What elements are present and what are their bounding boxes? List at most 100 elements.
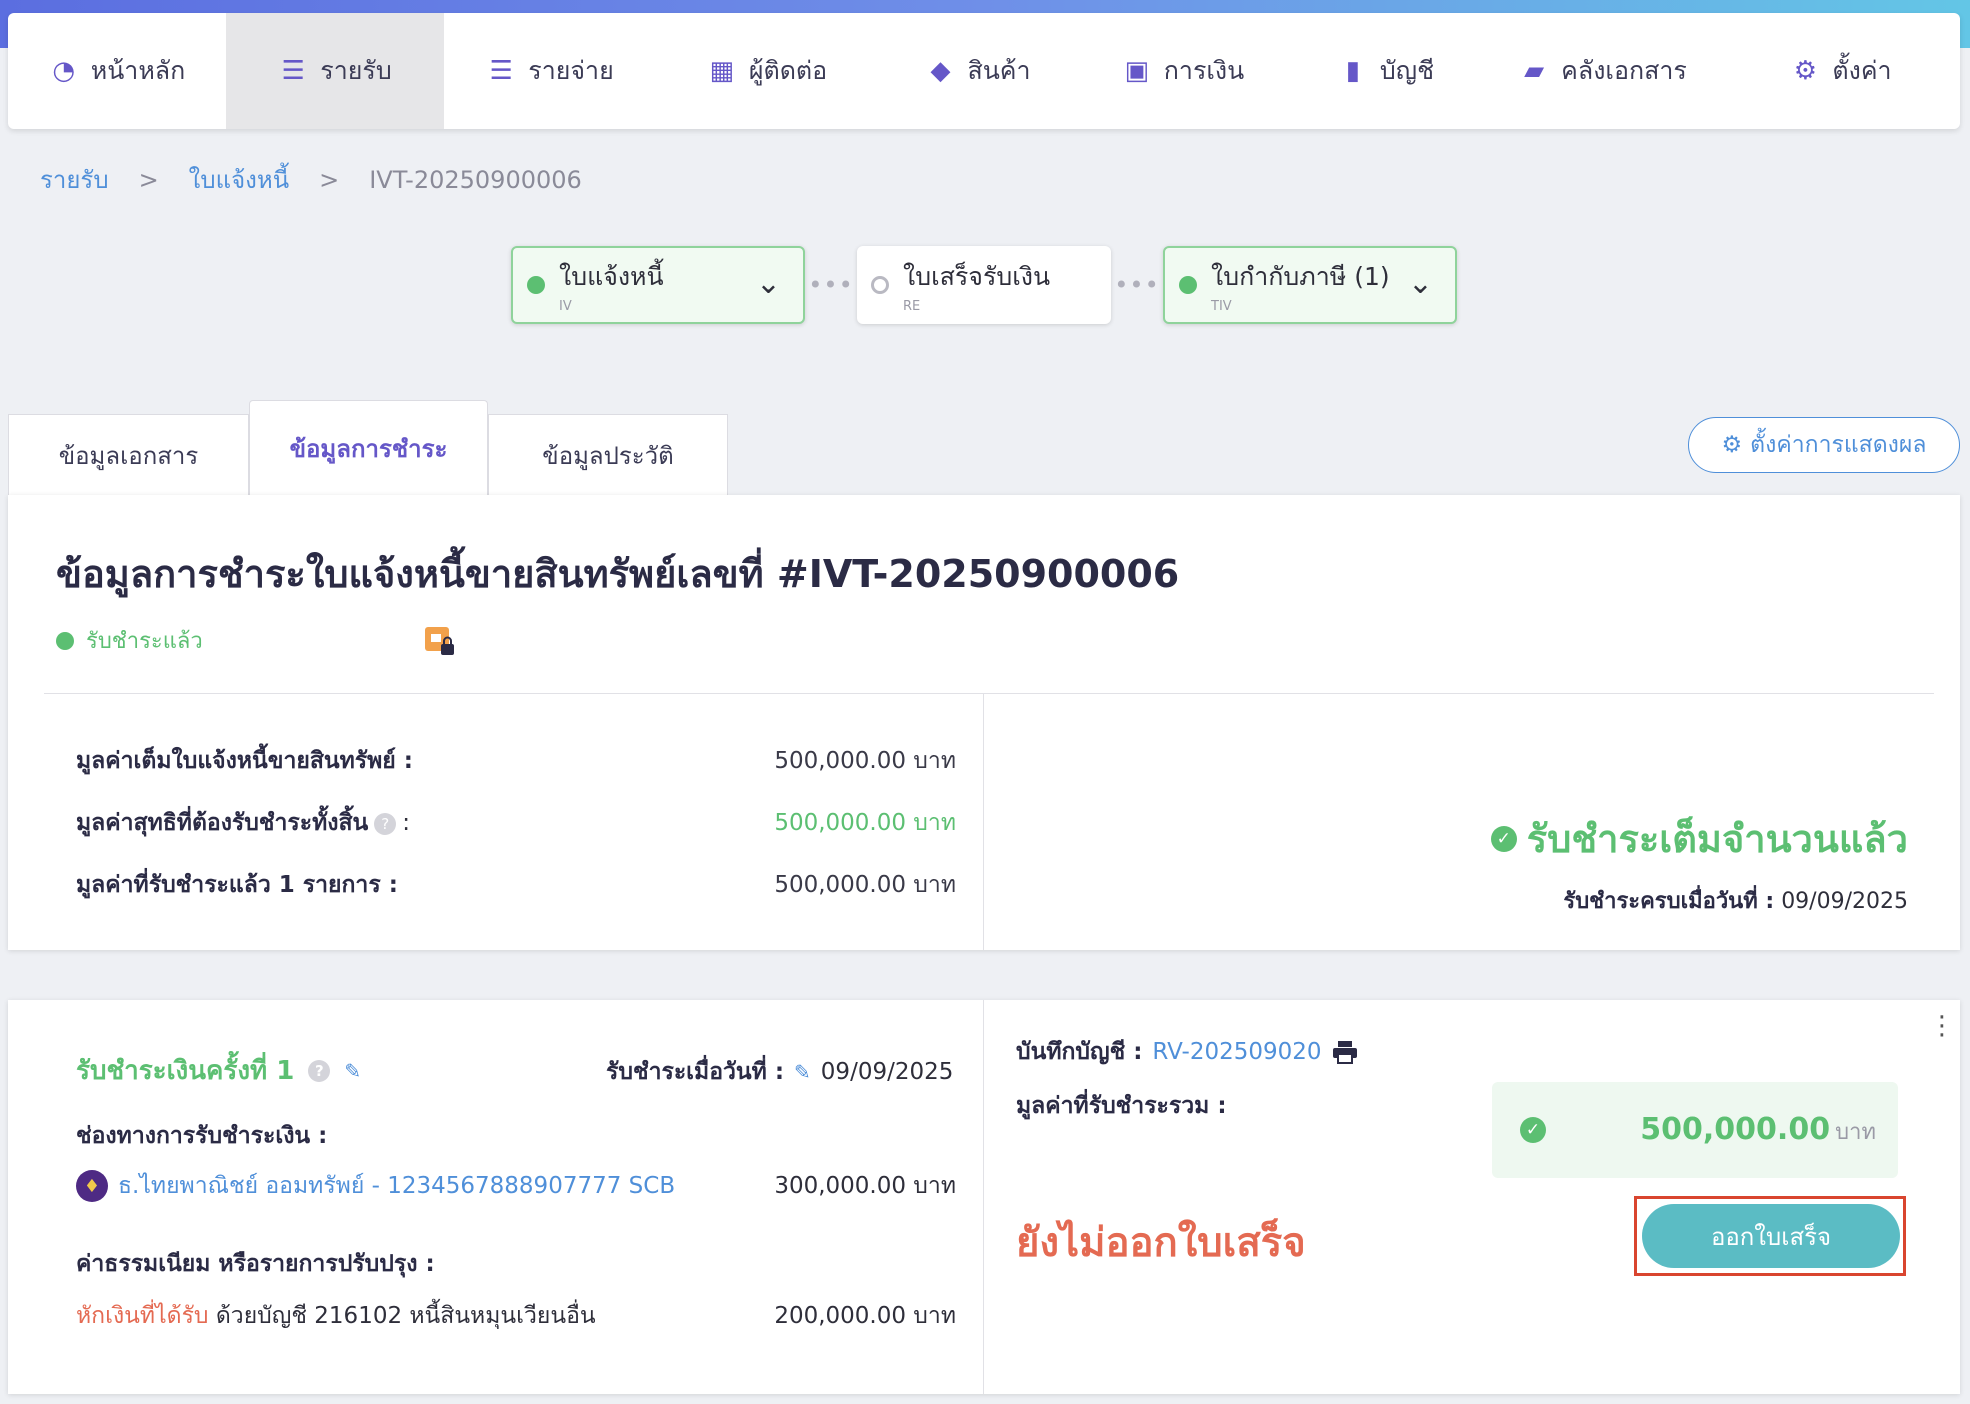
payment-title-text: รับชำระเงินครั้งที่ 1 — [76, 1056, 295, 1086]
step-title: ใบเสร็จรับเงิน — [903, 261, 1051, 291]
row-label: มูลค่าเต็มใบแจ้งหนี้ขายสินทรัพย์ : — [76, 748, 413, 774]
step-title: ใบแจ้งหนี้ — [559, 261, 664, 291]
flow-step-tax-invoice[interactable]: ใบกำกับภาษี (1) TIV ⌄ — [1163, 246, 1457, 324]
print-icon[interactable] — [1332, 1040, 1358, 1064]
total-label: มูลค่าที่รับชำระรวม : — [1016, 1093, 1227, 1119]
divider — [44, 693, 1934, 694]
breadcrumb-separator: > — [138, 165, 159, 194]
payment-record-card: · · · รับชำระเงินครั้งที่ 1 ? ✎ รับชำระเมื… — [8, 1000, 1960, 1394]
row-value: 500,000.00 บาท — [774, 872, 956, 898]
account-record-label: บันทึกบัญชี : — [1016, 1039, 1143, 1065]
chevron-down-icon[interactable]: ⌄ — [1408, 266, 1433, 301]
gear-icon: ⚙ — [1721, 432, 1743, 458]
scb-bank-logo-icon: ♦ — [76, 1170, 108, 1202]
deduct-amount: 200,000.00 บาท — [774, 1303, 956, 1329]
deduct-text: ด้วยบัญชี 216102 หนี้สินหมุนเวียนอื่น — [215, 1303, 596, 1329]
page-title: ข้อมูลการชำระใบแจ้งหนี้ขายสินทรัพย์เลขที… — [56, 552, 1180, 596]
deduct-label: หักเงินที่ได้รับ — [76, 1303, 209, 1329]
status-badge: รับชำระแล้ว — [56, 623, 203, 658]
receipt-not-issued-text: ยังไม่ออกใบเสร็จ — [1016, 1220, 1306, 1266]
payment-summary-card: ข้อมูลการชำระใบแจ้งหนี้ขายสินทรัพย์เลขที… — [8, 495, 1960, 950]
row-label-suffix: : — [402, 810, 411, 836]
summary-row-net-value: มูลค่าสุทธิที่ต้องรับชำระทั้งสิ้น?: 500,… — [76, 805, 956, 841]
paid-date-label: รับชำระครบเมื่อวันที่ : — [1563, 889, 1775, 914]
flow-connector: ••• — [1114, 271, 1160, 299]
payment-title: รับชำระเงินครั้งที่ 1 ? ✎ — [76, 1050, 361, 1091]
divider — [983, 1000, 984, 1394]
nav-label: คลังเอกสาร — [1561, 56, 1687, 85]
nav-item-documents[interactable]: ▰ คลังเอกสาร — [1484, 13, 1722, 129]
issue-receipt-button[interactable]: ออกใบเสร็จ — [1642, 1204, 1900, 1268]
breadcrumb-current: IVT-20250900006 — [369, 165, 582, 194]
tab-document-info[interactable]: ข้อมูลเอกสาร — [8, 414, 249, 496]
edit-pencil-icon[interactable]: ✎ — [344, 1059, 361, 1083]
breadcrumb-invoice[interactable]: ใบแจ้งหนี้ — [189, 160, 289, 199]
edit-pencil-icon[interactable]: ✎ — [794, 1060, 811, 1084]
flow-step-invoice[interactable]: ใบแจ้งหนี้ IV ⌄ — [511, 246, 805, 324]
step-status-dot — [871, 276, 889, 294]
payment-date-value: 09/09/2025 — [820, 1059, 954, 1085]
status-text: รับชำระแล้ว — [86, 629, 203, 654]
nav-item-expense[interactable]: ☰ รายจ่าย — [444, 13, 656, 129]
row-value: 500,000.00 บาท — [774, 810, 956, 836]
step-status-dot — [527, 276, 545, 294]
tab-bar: ข้อมูลเอกสาร ข้อมูลการชำระ ข้อมูลประวัติ — [8, 400, 728, 496]
flow-connector: ••• — [808, 271, 854, 299]
channel-label: ช่องทางการรับชำระเงิน : — [76, 1123, 328, 1149]
payment-channel-row: ♦ ธ.ไทยพาณิชย์ ออมทรัพย์ - 1234567888907… — [76, 1168, 956, 1204]
payment-date-label: รับชำระเมื่อวันที่ : — [606, 1059, 785, 1085]
status-dot — [56, 631, 74, 650]
total-amount-box: ✓ 500,000.00 บาท — [1492, 1082, 1898, 1178]
nav-item-accounting[interactable]: ▮ บัญชี — [1288, 13, 1484, 129]
income-icon: ☰ — [281, 56, 305, 86]
nav-item-finance[interactable]: ▣ การเงิน — [1078, 13, 1288, 129]
nav-item-products[interactable]: ◆ สินค้า — [878, 13, 1078, 129]
total-unit: บาท — [1835, 1119, 1876, 1145]
flow-step-receipt[interactable]: ใบเสร็จรับเงิน RE — [857, 246, 1111, 324]
product-box-icon: ◆ — [930, 56, 951, 86]
document-flow: ใบแจ้งหนี้ IV ⌄ ••• ใบเสร็จรับเงิน RE ••… — [511, 246, 1457, 324]
nav-item-settings[interactable]: ⚙ ตั้งค่า — [1722, 13, 1960, 129]
breadcrumb-income[interactable]: รายรับ — [40, 160, 109, 199]
step-title: ใบกำกับภาษี (1) — [1211, 261, 1390, 291]
step-code: TIV — [1211, 298, 1232, 314]
nav-label: รายจ่าย — [528, 56, 614, 85]
nav-label: บัญชี — [1379, 56, 1435, 85]
contacts-icon: ▦ — [709, 56, 735, 86]
nav-item-income[interactable]: ☰ รายรับ — [226, 13, 444, 129]
nav-label: รายรับ — [320, 56, 392, 85]
step-code: IV — [559, 298, 572, 314]
display-settings-button[interactable]: ⚙ ตั้งค่าการแสดงผล — [1688, 417, 1960, 473]
total-amount: 500,000.00 — [1640, 1111, 1831, 1147]
row-value: 500,000.00 บาท — [774, 748, 956, 774]
gear-icon: ⚙ — [1793, 56, 1818, 86]
account-record: บันทึกบัญชี : RV-202509020 — [1016, 1034, 1358, 1070]
main-nav: ◔ หน้าหลัก ☰ รายรับ ☰ รายจ่าย ▦ ผู้ติดต่… — [8, 13, 1960, 129]
nav-item-dashboard[interactable]: ◔ หน้าหลัก — [8, 13, 226, 129]
tab-payment-info[interactable]: ข้อมูลการชำระ — [249, 400, 488, 496]
nav-label: การเงิน — [1163, 56, 1245, 85]
row-label: มูลค่าสุทธิที่ต้องรับชำระทั้งสิ้น — [76, 810, 369, 836]
dashboard-icon: ◔ — [52, 56, 76, 86]
fee-label: ค่าธรรมเนียม หรือรายการปรับปรุง : — [76, 1251, 435, 1277]
tab-history-info[interactable]: ข้อมูลประวัติ — [488, 414, 728, 496]
folder-icon: ▰ — [1524, 56, 1545, 86]
chevron-down-icon[interactable]: ⌄ — [756, 266, 781, 301]
breadcrumb: รายรับ > ใบแจ้งหนี้ > IVT-20250900006 — [40, 160, 582, 199]
bank-account-link[interactable]: ธ.ไทยพาณิชย์ ออมทรัพย์ - 123456788890777… — [118, 1168, 675, 1204]
nav-label: ตั้งค่า — [1832, 56, 1892, 85]
check-circle-icon: ✓ — [1490, 825, 1517, 852]
nav-label: ผู้ติดต่อ — [748, 56, 828, 85]
nav-item-contacts[interactable]: ▦ ผู้ติดต่อ — [656, 13, 878, 129]
check-circle-icon: ✓ — [1520, 1117, 1546, 1143]
account-record-link[interactable]: RV-202509020 — [1152, 1039, 1321, 1065]
ledger-icon: ▮ — [1345, 56, 1361, 86]
locked-document-icon — [425, 627, 454, 655]
paid-date-value: 09/09/2025 — [1781, 889, 1908, 914]
help-icon[interactable]: ? — [308, 1059, 331, 1082]
payment-date: รับชำระเมื่อวันที่ : ✎ 09/09/2025 — [606, 1054, 953, 1090]
more-options-icon[interactable]: · · · — [1938, 1005, 1946, 1049]
help-icon[interactable]: ? — [374, 812, 397, 835]
money-icon: ▣ — [1124, 56, 1150, 86]
summary-row-paid-value: มูลค่าที่รับชำระแล้ว 1 รายการ : 500,000.… — [76, 867, 956, 903]
